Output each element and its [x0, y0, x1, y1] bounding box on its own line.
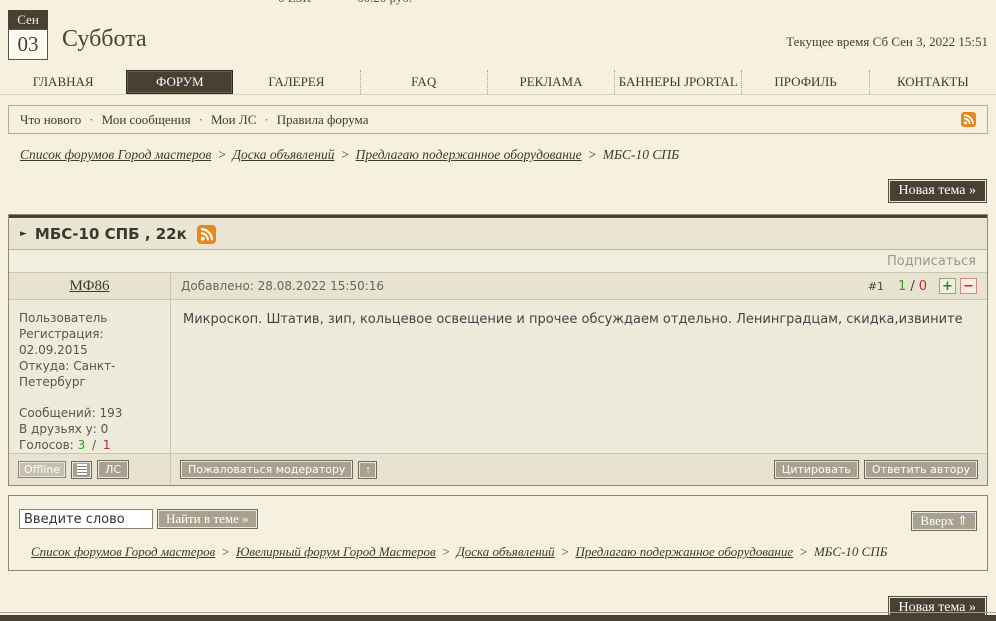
post-message: Микроскоп. Штатив, зип, кольцевое освеще…: [171, 300, 987, 453]
breadcrumb-separator: >: [561, 544, 570, 559]
calendar-month: Сен: [8, 10, 48, 29]
search-row: Найти в теме » Вверх ⇑: [19, 509, 977, 529]
subnav-separator: ·: [199, 112, 203, 128]
main-nav: ГЛАВНАЯ ФОРУМ ГАЛЕРЕЯ FAQ РЕКЛАМА БАННЕР…: [0, 70, 996, 95]
breadcrumb-separator: >: [588, 147, 597, 162]
rating-positive: 1: [898, 279, 906, 294]
subnav-whats-new[interactable]: Что нового: [20, 112, 81, 128]
breadcrumb-link-forums[interactable]: Список форумов Город мастеров: [20, 147, 211, 162]
current-time: Текущее время Сб Сен 3, 2022 15:51: [786, 34, 988, 50]
rating-negative: 0: [919, 279, 927, 294]
rss-icon[interactable]: [197, 225, 216, 244]
post-number: #1: [868, 280, 884, 293]
tab-ads[interactable]: РЕКЛАМА: [487, 70, 614, 94]
topic-panel: ► МБС-10 СПБ , 22к Подписаться МФ86 Доба…: [8, 214, 988, 486]
footer-divider: [0, 612, 996, 613]
find-in-topic-button[interactable]: Найти в теме »: [157, 509, 258, 529]
post-rating-group: #1 1 / 0 + −: [868, 278, 977, 294]
subnav-my-pm[interactable]: Мои ЛС: [211, 112, 256, 128]
offline-status-button[interactable]: Offline: [18, 461, 66, 478]
scroll-up-button[interactable]: ↑: [358, 461, 377, 479]
breadcrumb-link-used-equipment[interactable]: Предлагаю подержанное оборудование: [575, 544, 793, 559]
breadcrumb-separator: >: [340, 147, 349, 162]
topic-search-panel: Найти в теме » Вверх ⇑ Список форумов Го…: [8, 495, 988, 571]
forum-topic-page: 0 ЕЗК60.20 руб. Сен 03 Суббота Текущее в…: [0, 0, 996, 621]
subscribe-link[interactable]: Подписаться: [887, 254, 976, 269]
user-info-cell: Пользователь Регистрация: 02.09.2015 Отк…: [9, 300, 171, 453]
tab-gallery[interactable]: ГАЛЕРЕЯ: [233, 70, 359, 94]
breadcrumb-separator: >: [221, 544, 230, 559]
tab-contacts[interactable]: КОНТАКТЫ: [869, 70, 996, 94]
post-footer-left: Offline ЛС: [9, 454, 171, 485]
page-footer: [0, 612, 996, 621]
quote-button[interactable]: Цитировать: [774, 460, 859, 479]
rating-separator: /: [910, 279, 914, 294]
search-input[interactable]: [19, 509, 153, 529]
topic-marker-icon: ►: [20, 229, 27, 239]
breadcrumb-link-forums[interactable]: Список форумов Город мастеров: [31, 544, 215, 559]
go-to-top-button[interactable]: Вверх ⇑: [911, 511, 977, 531]
user-location: Откуда: Санкт-Петербург: [19, 358, 166, 390]
breadcrumb-link-jewelry-forum[interactable]: Ювелирный форум Город Мастеров: [236, 544, 436, 559]
post-body: Пользователь Регистрация: 02.09.2015 Отк…: [9, 300, 987, 453]
page-header: Сен 03 Суббота Текущее время Сб Сен 3, 2…: [0, 0, 996, 70]
private-message-button[interactable]: ЛС: [97, 460, 129, 479]
user-group: Пользователь: [19, 310, 166, 326]
breadcrumb-separator: >: [217, 147, 226, 162]
user-friends-count: В друзьях у: 0: [19, 421, 166, 437]
vote-plus-button[interactable]: +: [939, 278, 956, 294]
weekday-heading: Суббота: [62, 26, 147, 53]
user-message-count: Сообщений: 193: [19, 405, 166, 421]
breadcrumb-current-topic: МБС-10 СПБ: [814, 544, 887, 559]
profile-card-icon: [77, 464, 87, 476]
profile-card-button[interactable]: [71, 461, 92, 479]
calendar-day: 03: [8, 29, 48, 60]
post-header: МФ86 Добавлено: 28.08.2022 15:50:16 #1 1…: [9, 273, 987, 300]
breadcrumb-link-board[interactable]: Доска объявлений: [456, 544, 554, 559]
calendar-widget: Сен 03: [8, 10, 48, 60]
tab-forum[interactable]: ФОРУМ: [126, 70, 233, 94]
tab-home[interactable]: ГЛАВНАЯ: [0, 70, 126, 94]
tab-profile[interactable]: ПРОФИЛЬ: [741, 70, 868, 94]
votes-positive: 3: [78, 438, 86, 452]
vote-minus-button[interactable]: −: [960, 278, 977, 294]
user-info-gap: [19, 390, 166, 405]
tab-banners[interactable]: БАННЕРЫ JPORTAL: [614, 70, 741, 94]
subnav-my-posts[interactable]: Мои сообщения: [102, 112, 191, 128]
breadcrumb-link-board[interactable]: Доска объявлений: [232, 147, 334, 162]
breadcrumb-current-topic: МБС-10 СПБ: [603, 147, 679, 162]
reply-to-author-button[interactable]: Ответить автору: [864, 460, 978, 479]
subnav-separator: ·: [264, 112, 268, 128]
rss-icon[interactable]: [961, 112, 976, 127]
subnav-separator: ·: [89, 112, 93, 128]
topic-title: МБС-10 СПБ , 22к: [35, 225, 187, 243]
subnav-bar: Что нового · Мои сообщения · Мои ЛС · Пр…: [8, 105, 988, 134]
user-registered: Регистрация: 02.09.2015: [19, 326, 166, 358]
post-date-cell: Добавлено: 28.08.2022 15:50:16 #1 1 / 0 …: [171, 273, 987, 299]
post-added-timestamp: Добавлено: 28.08.2022 15:50:16: [181, 279, 384, 293]
subscribe-row: Подписаться: [9, 250, 987, 273]
author-link[interactable]: МФ86: [70, 278, 110, 295]
footer-bar: [0, 615, 996, 621]
post-footer-actions: Пожаловаться модератору ↑ Цитировать Отв…: [171, 454, 987, 485]
subnav-forum-rules[interactable]: Правила форума: [277, 112, 369, 128]
user-votes: Голосов: 3 / 1: [19, 437, 166, 453]
breadcrumb-link-used-equipment[interactable]: Предлагаю подержанное оборудование: [356, 147, 582, 162]
new-topic-button[interactable]: Новая тема »: [889, 180, 987, 202]
tab-faq[interactable]: FAQ: [360, 70, 487, 94]
new-topic-row-top: Новая тема »: [10, 180, 986, 202]
votes-separator: /: [92, 438, 96, 452]
report-to-moderator-button[interactable]: Пожаловаться модератору: [180, 460, 353, 479]
breadcrumb-separator: >: [799, 544, 808, 559]
breadcrumb: Список форумов Город мастеров > Доска объя…: [20, 147, 996, 163]
post-footer: Offline ЛС Пожаловаться модератору ↑ Цит…: [9, 453, 987, 485]
breadcrumb-separator: >: [442, 544, 451, 559]
votes-label: Голосов:: [19, 438, 74, 452]
votes-negative: 1: [103, 438, 111, 452]
author-cell: МФ86: [9, 273, 171, 299]
topic-title-bar: ► МБС-10 СПБ , 22к: [9, 219, 987, 250]
breadcrumb-bottom: Список форумов Город мастеров > Ювелирный …: [31, 544, 977, 560]
